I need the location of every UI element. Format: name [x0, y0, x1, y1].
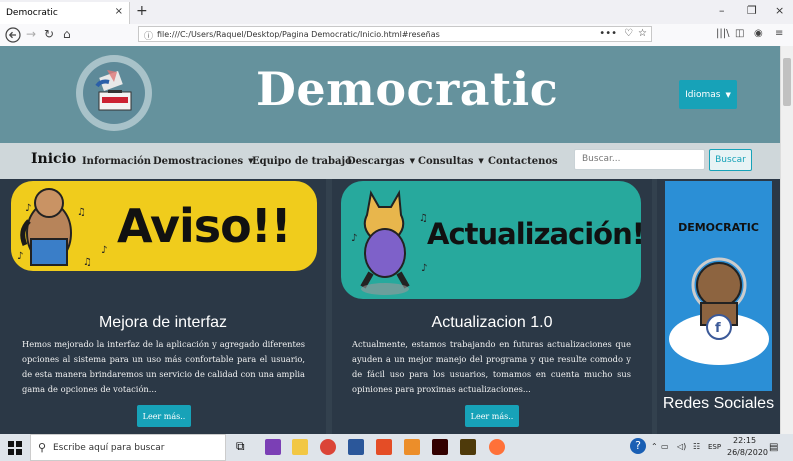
minimize-window-icon[interactable]: –	[719, 4, 725, 17]
menu-item-contactenos[interactable]: Contactenos	[488, 156, 558, 167]
banner-text: Actualización!!	[427, 217, 641, 251]
battery-icon[interactable]: ▭	[661, 442, 669, 451]
menu-item-label: Demostraciones	[153, 156, 244, 167]
search-input[interactable]: Buscar...	[574, 149, 705, 170]
svg-text:f: f	[715, 321, 721, 336]
site-header: Democratic Idiomas ▼	[0, 46, 780, 143]
social-title: Redes Sociales	[662, 395, 775, 412]
word-icon[interactable]	[348, 439, 364, 455]
caret-down-icon: ▼	[725, 90, 731, 99]
browser-tab[interactable]: Democratic ×	[0, 2, 130, 24]
svg-text:♪: ♪	[17, 251, 23, 262]
caret-down-icon: ▼	[409, 156, 415, 165]
search-button[interactable]: Buscar	[709, 149, 752, 171]
account-icon[interactable]: ◉	[754, 28, 763, 39]
new-tab-icon[interactable]: +	[136, 3, 148, 19]
illustrator-secondary-icon[interactable]	[460, 439, 476, 455]
menu-item-label: Consultas	[418, 156, 474, 167]
svg-text:♪: ♪	[421, 263, 427, 274]
page-scrollbar[interactable]	[780, 46, 793, 434]
social-image[interactable]: DEMOCRATIC f	[665, 181, 772, 391]
menu-item-demostraciones[interactable]: Demostraciones ▼	[153, 156, 254, 167]
volume-icon[interactable]: ◁)	[677, 442, 686, 451]
reload-icon[interactable]: ↻	[44, 27, 54, 41]
svg-text:♪: ♪	[25, 203, 31, 214]
browser-navigation-bar: → ↻ ⌂ ⓘ file:///C:/Users/Raquel/Desktop/…	[0, 24, 793, 47]
card-text: Actualmente, estamos trabajando en futur…	[352, 339, 631, 394]
search-icon: ⚲	[38, 441, 47, 454]
news-card-interfaz: ♪ ♫ ♪ ♫ ♪ Aviso!! Mejora de interfaz Hem…	[0, 179, 326, 434]
banner-text: Aviso!!	[117, 199, 292, 253]
web-page: Democratic Idiomas ▼ Inicio Información D…	[0, 46, 780, 434]
address-bar-url: file:///C:/Users/Raquel/Desktop/Pagina D…	[157, 30, 440, 39]
library-icon[interactable]: |||\	[716, 28, 729, 39]
visual-studio-icon[interactable]	[265, 439, 281, 455]
language-indicator[interactable]: ESP	[708, 443, 721, 451]
tray-chevron-icon[interactable]: ⌃	[651, 442, 658, 451]
main-menu: Inicio Información Demostraciones ▼ Equip…	[0, 143, 780, 179]
bookmark-star-icon[interactable]: ☆	[638, 28, 647, 39]
menu-item-informacion[interactable]: Información	[82, 156, 151, 167]
home-icon[interactable]: ⌂	[63, 27, 71, 41]
site-logo[interactable]	[76, 55, 152, 131]
notifications-icon[interactable]: ▤	[769, 442, 778, 453]
clock-date[interactable]: 26/8/2020	[727, 448, 768, 457]
scrollbar-thumb[interactable]	[783, 58, 791, 106]
language-button-label: Idiomas	[685, 89, 721, 100]
page-info-icon[interactable]: ⓘ	[144, 29, 153, 42]
menu-item-label: Descargas	[347, 156, 405, 167]
windows-start-icon[interactable]	[8, 440, 22, 459]
firefox-icon[interactable]	[489, 439, 505, 455]
read-more-button[interactable]: Leer más..	[465, 405, 519, 427]
chrome-icon[interactable]	[320, 439, 336, 455]
sublime-text-icon[interactable]	[404, 439, 420, 455]
back-icon[interactable]	[5, 27, 21, 46]
browser-tab-title: Democratic	[6, 8, 58, 18]
close-window-icon[interactable]: ×	[775, 4, 784, 17]
menu-icon[interactable]: ≡	[775, 28, 783, 39]
menu-item-descargas[interactable]: Descargas ▼	[347, 156, 415, 167]
close-tab-icon[interactable]: ×	[115, 6, 123, 17]
html-editor-icon[interactable]	[376, 439, 392, 455]
svg-text:♪: ♪	[101, 245, 107, 256]
svg-text:♫: ♫	[77, 207, 86, 218]
menu-item-consultas[interactable]: Consultas ▼	[418, 156, 484, 167]
news-card-actualizacion: ♪ ♫ ♪ Actualización!! Actualizacion 1.0 …	[332, 179, 652, 434]
address-bar[interactable]: ⓘ file:///C:/Users/Raquel/Desktop/Pagina…	[138, 26, 652, 42]
social-card: DEMOCRATIC f Redes Sociales	[657, 179, 780, 434]
taskbar-search-placeholder: Escribe aquí para buscar	[53, 443, 165, 453]
card-title: Mejora de interfaz	[98, 314, 228, 331]
page-actions-icon[interactable]: •••	[599, 28, 617, 39]
task-view-icon[interactable]: ⧉	[236, 439, 252, 455]
browser-tab-strip: Democratic × + – ❐ ×	[0, 0, 793, 24]
card-text: Hemos mejorado la interfaz de la aplicac…	[22, 339, 305, 394]
pocket-icon[interactable]: ♡	[624, 28, 633, 39]
network-icon[interactable]: ☷	[693, 442, 700, 451]
file-explorer-icon[interactable]	[292, 439, 308, 455]
taskbar-search-input[interactable]: ⚲ Escribe aquí para buscar	[30, 434, 226, 461]
caret-down-icon: ▼	[478, 156, 484, 165]
illustrator-icon[interactable]	[432, 439, 448, 455]
card-banner-aviso: ♪ ♫ ♪ ♫ ♪ Aviso!!	[11, 181, 317, 271]
menu-home-link[interactable]: Inicio	[31, 151, 76, 167]
windows-taskbar: ⚲ Escribe aquí para buscar ⧉ ? ⌃ ▭ ◁) ☷ …	[0, 434, 793, 461]
menu-item-equipo[interactable]: Equipo de trabajo	[252, 156, 352, 167]
forward-icon[interactable]: →	[26, 27, 36, 41]
svg-text:♪: ♪	[351, 233, 357, 244]
clock-time[interactable]: 22:15	[733, 436, 756, 445]
site-title: Democratic	[256, 62, 559, 116]
card-title: Actualizacion 1.0	[431, 314, 553, 331]
svg-text:♫: ♫	[83, 257, 92, 268]
language-dropdown-button[interactable]: Idiomas ▼	[679, 80, 737, 109]
sidebar-icon[interactable]: ◫	[735, 28, 744, 39]
card-banner-actualizacion: ♪ ♫ ♪ Actualización!!	[341, 181, 641, 299]
read-more-button[interactable]: Leer más..	[137, 405, 191, 427]
restore-window-icon[interactable]: ❐	[747, 4, 757, 17]
help-icon[interactable]: ?	[630, 438, 646, 454]
ballot-box-icon	[83, 62, 145, 124]
